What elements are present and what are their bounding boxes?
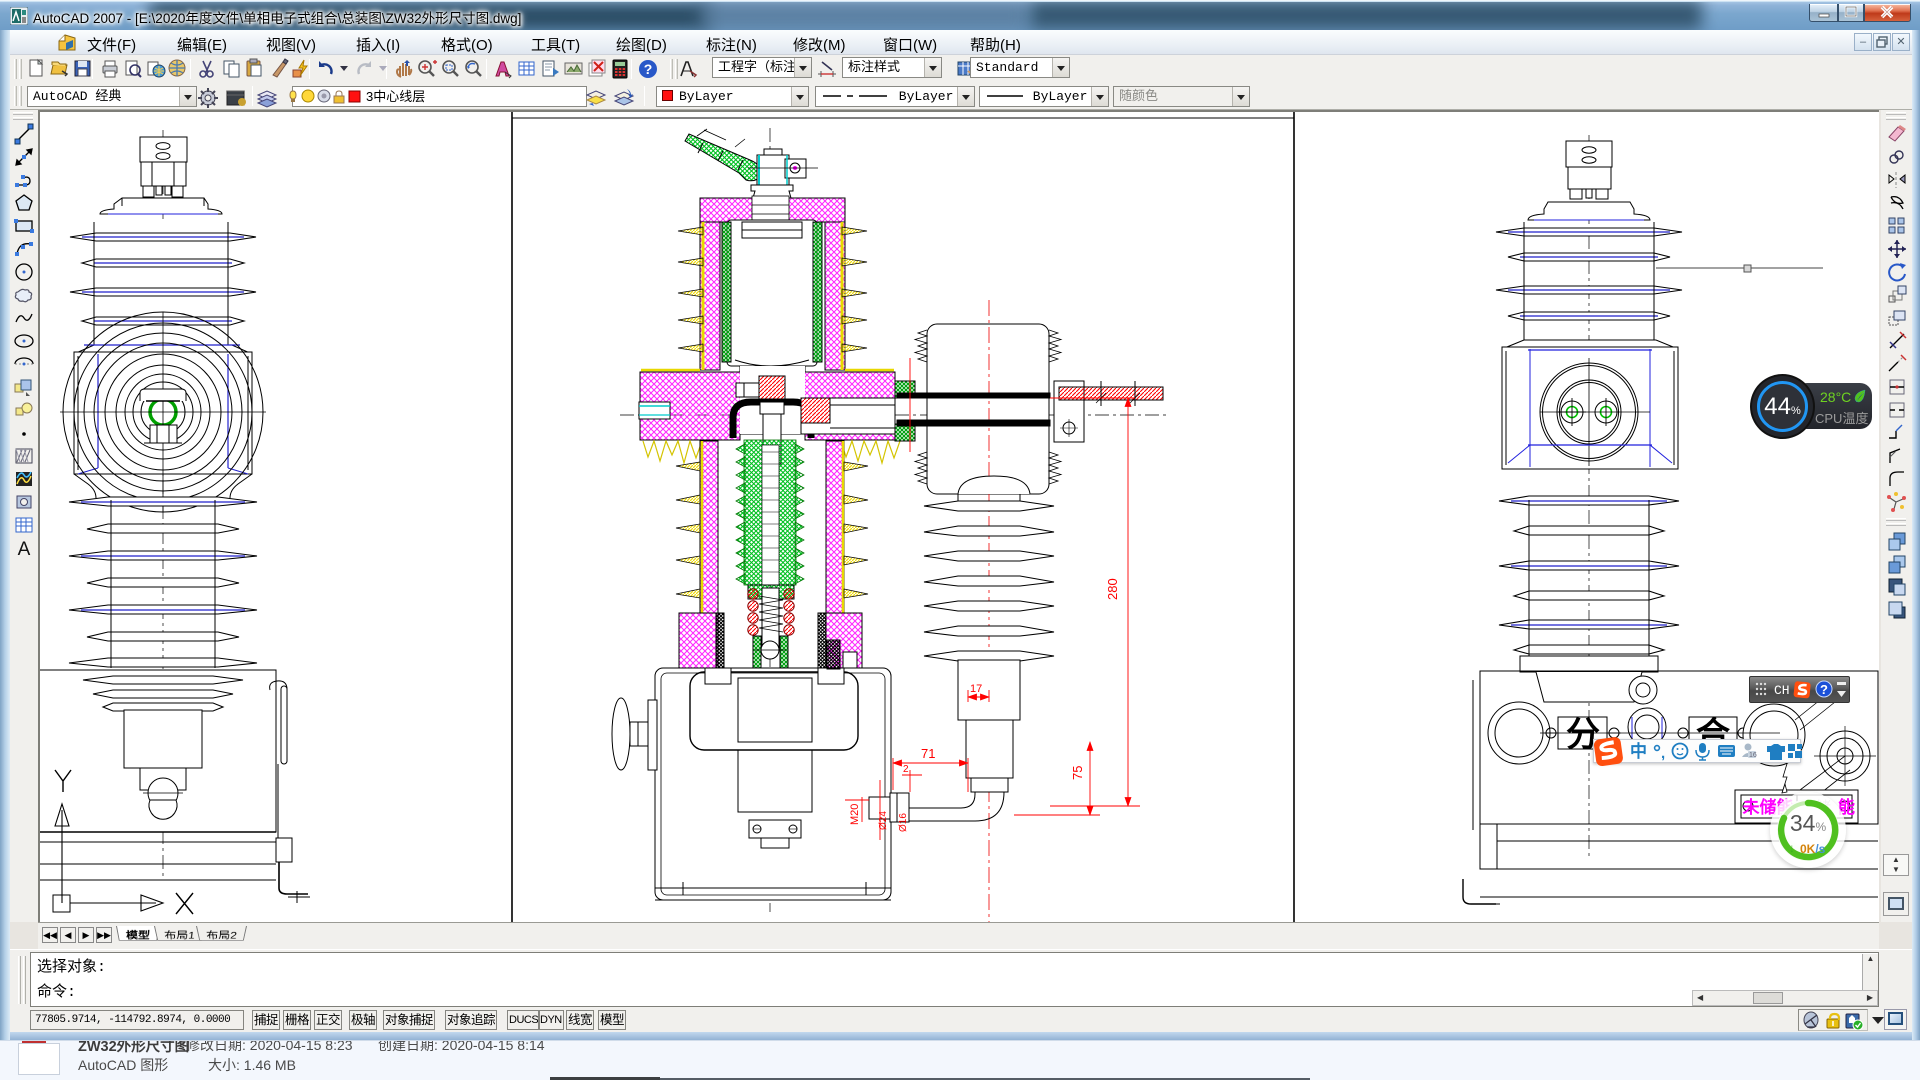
- svg-text:中: 中: [1630, 741, 1647, 761]
- svg-text:280: 280: [1105, 578, 1120, 600]
- svg-text:16: 16: [1749, 752, 1757, 759]
- svg-text:A: A: [18, 539, 31, 559]
- svg-text:?: ?: [644, 61, 653, 77]
- svg-text:?: ?: [1820, 682, 1828, 697]
- svg-text:CH: CH: [1774, 683, 1790, 698]
- svg-text:17: 17: [970, 683, 982, 695]
- svg-text:75: 75: [1070, 766, 1085, 780]
- svg-text:M20: M20: [849, 804, 861, 825]
- svg-text:3中心线层: 3中心线层: [366, 89, 425, 104]
- svg-text:Ø16: Ø16: [898, 813, 909, 832]
- svg-text:2: 2: [903, 764, 909, 775]
- svg-text:,: ,: [1661, 745, 1665, 761]
- svg-text:71: 71: [921, 746, 935, 761]
- svg-text:Ø24: Ø24: [878, 811, 889, 830]
